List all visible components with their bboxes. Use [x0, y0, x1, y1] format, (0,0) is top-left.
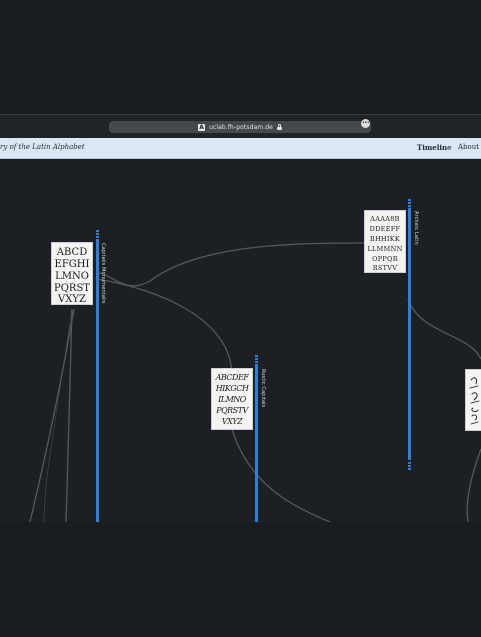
- stem-dots: [408, 199, 411, 207]
- specimen-row: DDEEFF: [370, 225, 401, 233]
- specimen-row: LMNO: [55, 271, 89, 282]
- script-stem-archaic[interactable]: [408, 208, 411, 460]
- specimen-row: PQRST: [54, 283, 90, 294]
- script-label-archaic[interactable]: Archaic Latin: [413, 211, 419, 245]
- specimen-row: BHHIKK: [370, 235, 400, 243]
- script-card-capitalis[interactable]: ABCD EFGHI LMNO PQRST VXYZ: [51, 242, 93, 305]
- browser-toolbar: A uclab.fh-potsdam.de •••: [0, 114, 481, 139]
- script-card-rustic[interactable]: ABCDEF HIKGCH ILMNO PQRSTV VXYZ: [211, 368, 253, 430]
- script-card-archaic[interactable]: AAAA8B DDEEFF BHHIKK LLMMNN OPPQR RSTVV: [364, 210, 406, 273]
- browser-window: A uclab.fh-potsdam.de ••• ry of the Lati…: [0, 114, 481, 522]
- lock-icon: [276, 124, 282, 130]
- timeline-canvas[interactable]: ABCD EFGHI LMNO PQRST VXYZ Capitalis Mon…: [0, 159, 481, 522]
- specimen-row: VXYZ: [57, 294, 86, 304]
- specimen-row: HIKGCH: [215, 384, 250, 393]
- stem-dots: [255, 355, 258, 363]
- url-text: uclab.fh-potsdam.de: [209, 123, 273, 131]
- specimen-row: VXYZ: [222, 417, 243, 426]
- specimen-row: RSTVV: [373, 264, 398, 272]
- specimen-row: OPPQR: [372, 255, 399, 263]
- stem-dots: [408, 462, 411, 470]
- connection-curve: [95, 278, 233, 375]
- script-stem-capitalis[interactable]: [96, 239, 99, 522]
- specimen-row: ABCDEF: [215, 373, 250, 382]
- site-header: ry of the Latin Alphabet Timeline About …: [0, 138, 481, 159]
- more-options-icon[interactable]: •••: [361, 119, 370, 128]
- specimen-row: LLMMNN: [367, 245, 402, 253]
- connection-curve: [407, 298, 481, 360]
- specimen-row: ILMNO: [217, 395, 247, 404]
- connection-curve: [466, 448, 481, 522]
- site-favicon-icon: A: [198, 123, 206, 131]
- cursive-specimen-graphic: [469, 377, 480, 425]
- nav-about-link[interactable]: About t: [458, 143, 481, 151]
- specimen-row: AAAA8B: [369, 215, 400, 223]
- script-card-cursive[interactable]: [465, 369, 481, 431]
- address-bar[interactable]: A uclab.fh-potsdam.de: [109, 121, 371, 133]
- connection-curve: [95, 242, 365, 287]
- script-label-rustic[interactable]: Rustic Capitals: [260, 369, 266, 407]
- stem-dots: [96, 230, 99, 238]
- specimen-row: ABCD: [56, 247, 87, 258]
- specimen-row: EFGHI: [55, 259, 90, 270]
- site-title[interactable]: ry of the Latin Alphabet: [0, 143, 85, 151]
- script-label-capitalis[interactable]: Capitalis Monumentalis: [100, 243, 106, 304]
- connection-curve: [231, 428, 331, 522]
- specimen-row: PQRSTV: [215, 406, 249, 415]
- nav-timeline-link[interactable]: Timeline: [417, 143, 452, 152]
- nav-separator: [448, 147, 451, 150]
- script-stem-rustic[interactable]: [255, 364, 258, 522]
